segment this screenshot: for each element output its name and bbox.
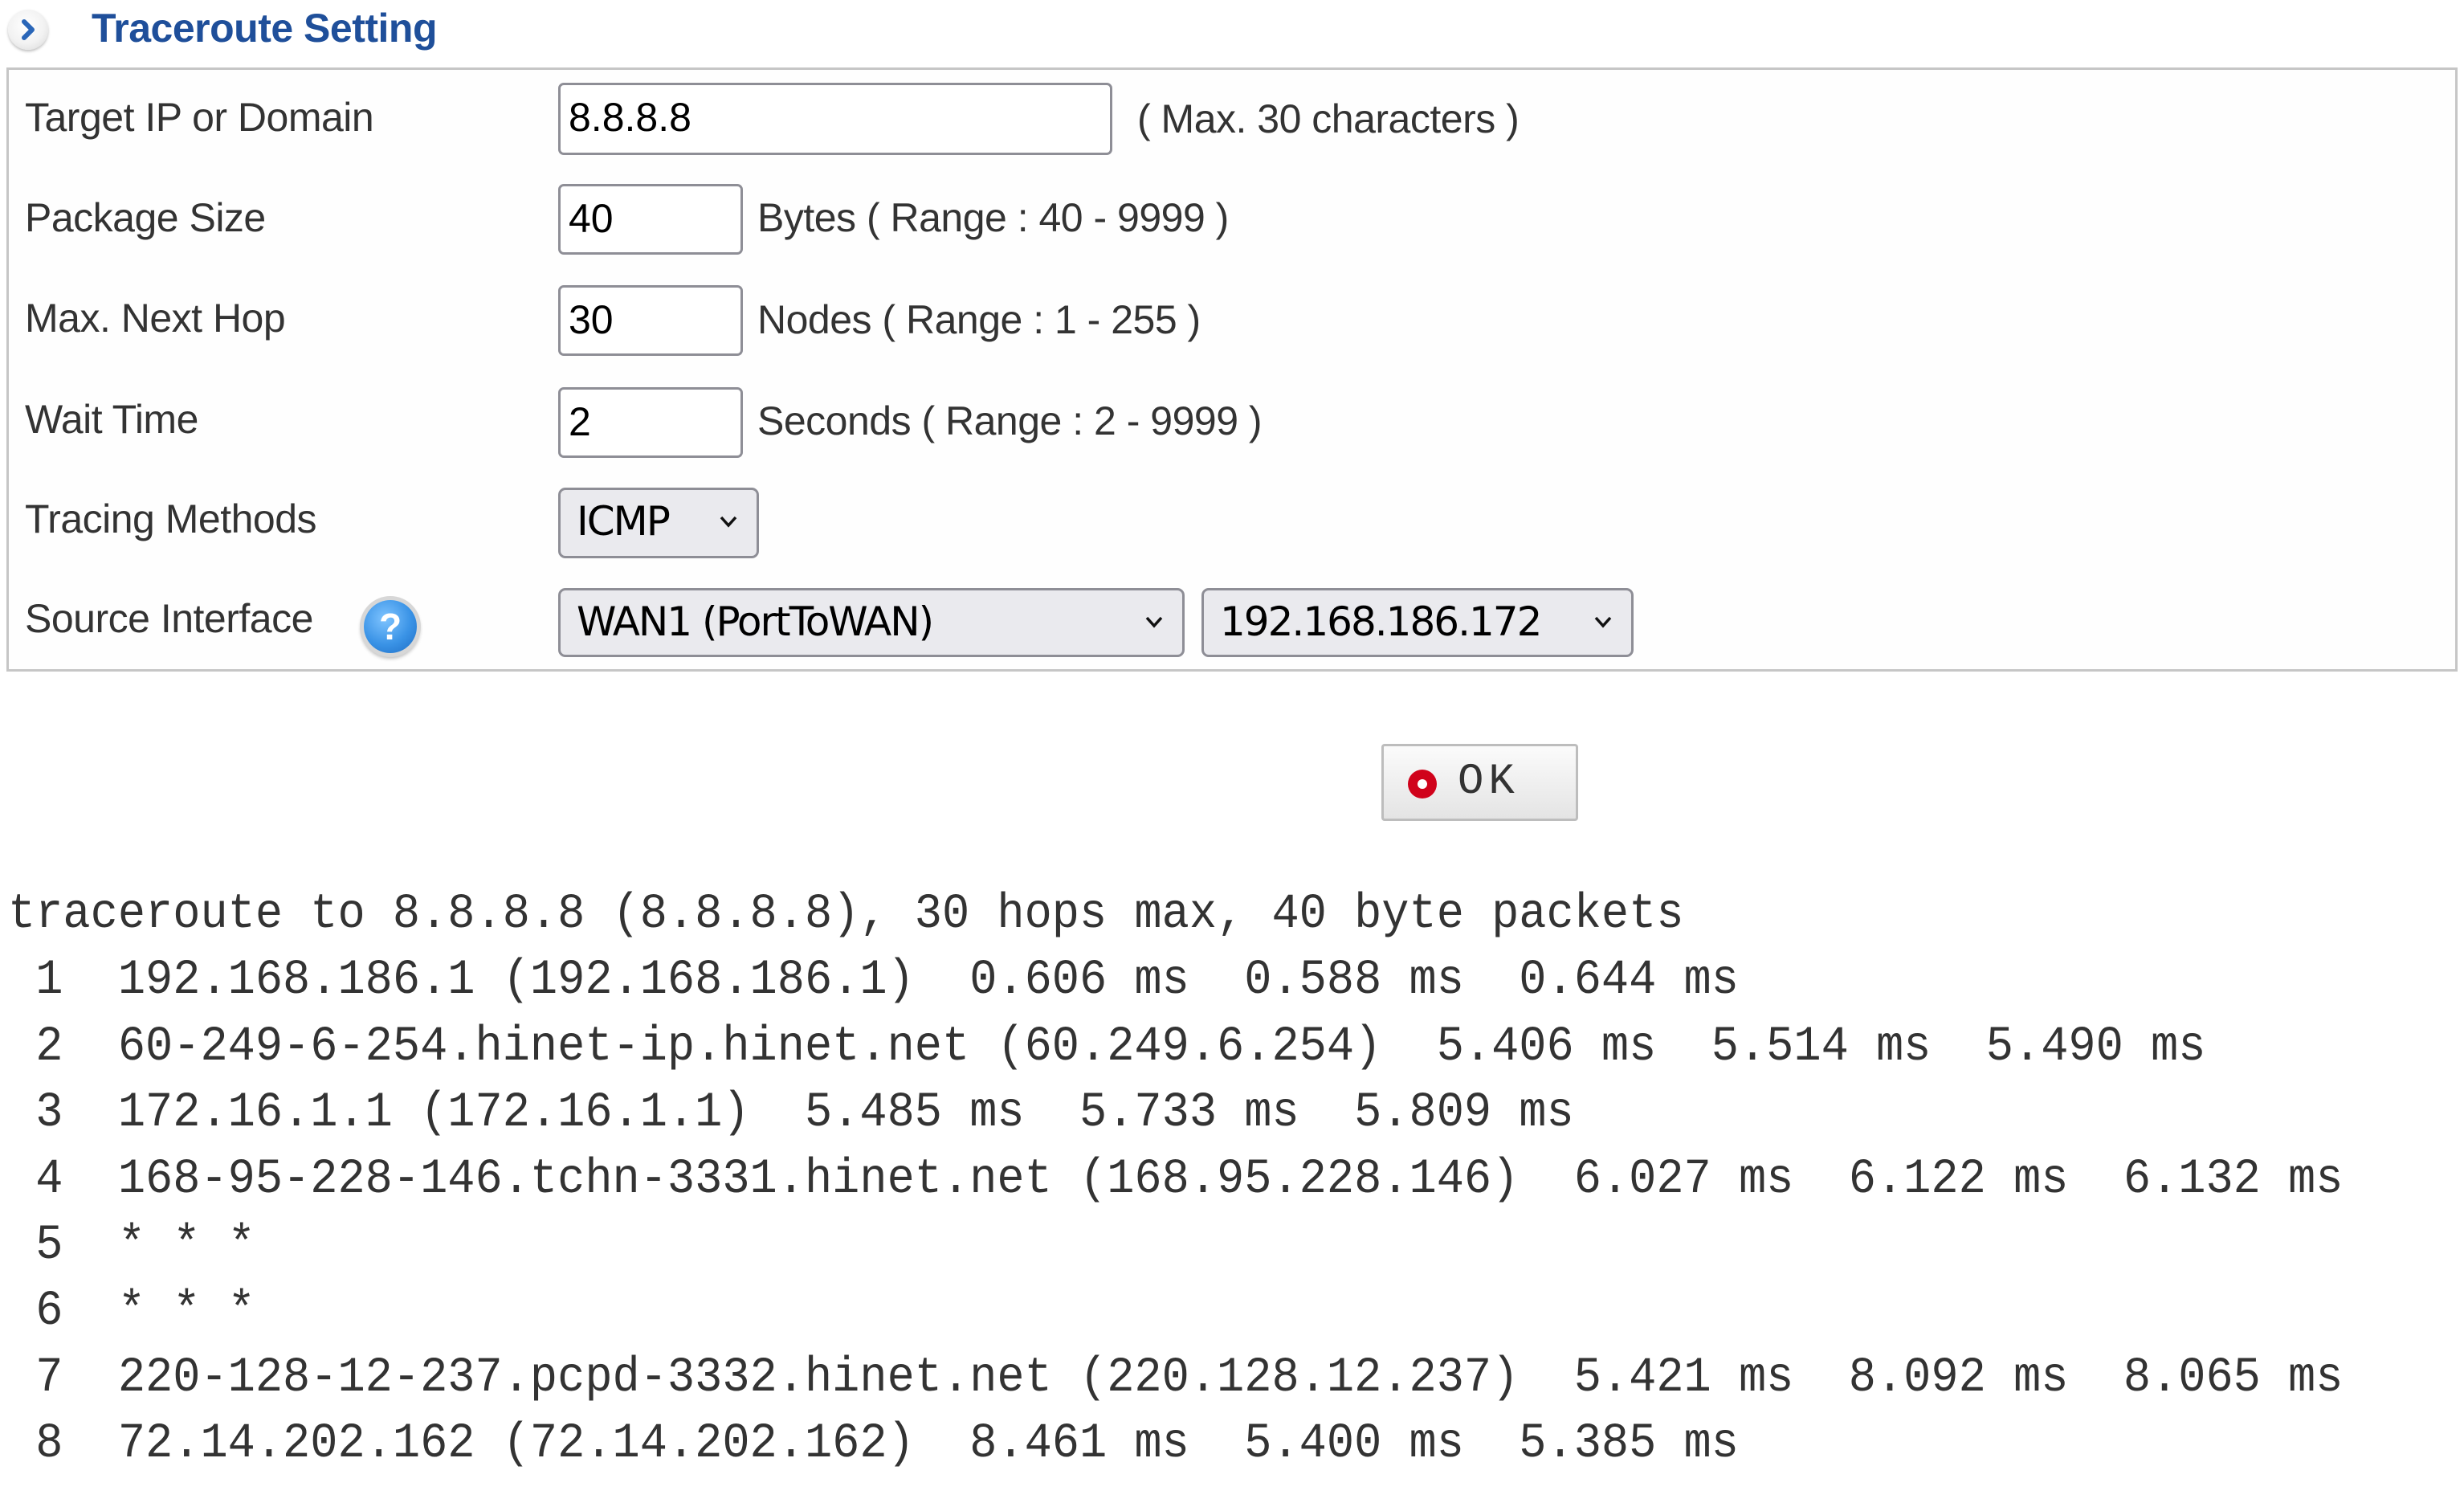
traceroute-settings-panel: Target IP or Domain 8.8.8.8 ( Max. 30 ch…: [6, 67, 2458, 672]
section-title: Traceroute Setting: [92, 6, 438, 51]
package-size-hint: Bytes ( Range : 40 - 9999 ): [757, 195, 1229, 240]
red-dot-icon: [1408, 770, 1437, 798]
wait-time-input[interactable]: 2: [558, 387, 743, 458]
output-line: 3 172.16.1.1 (172.16.1.1) 5.485 ms 5.733…: [8, 1085, 1574, 1142]
chevron-right-circle-icon: [8, 10, 48, 50]
question-help-icon[interactable]: ?: [364, 600, 417, 653]
output-line: 5 * * *: [8, 1218, 255, 1274]
max-next-hop-hint: Nodes ( Range : 1 - 255 ): [757, 297, 1201, 342]
source-ip-value: 192.168.186.172: [1220, 598, 1542, 645]
max-next-hop-input[interactable]: 30: [558, 285, 743, 356]
target-label: Target IP or Domain: [25, 95, 374, 140]
output-line: traceroute to 8.8.8.8 (8.8.8.8), 30 hops…: [8, 887, 1684, 943]
tracing-methods-label: Tracing Methods: [25, 496, 317, 541]
max-next-hop-label: Max. Next Hop: [25, 296, 286, 341]
output-line: 6 * * *: [8, 1284, 255, 1340]
output-line: 4 168-95-228-146.tchn-3331.hinet.net (16…: [8, 1151, 2344, 1208]
tracing-methods-select[interactable]: ICMP: [558, 488, 759, 558]
traceroute-output: traceroute to 8.8.8.8 (8.8.8.8), 30 hops…: [8, 882, 2343, 1478]
source-interface-label: Source Interface: [25, 596, 313, 641]
wait-time-hint: Seconds ( Range : 2 - 9999 ): [757, 398, 1263, 443]
package-size-input[interactable]: 40: [558, 184, 743, 255]
wait-time-label: Wait Time: [25, 397, 198, 442]
target-input[interactable]: 8.8.8.8: [558, 83, 1112, 155]
chevron-down-icon: [1145, 616, 1163, 628]
output-line: 8 72.14.202.162 (72.14.202.162) 8.461 ms…: [8, 1416, 1739, 1472]
ok-button-label: OK: [1458, 758, 1520, 807]
source-interface-value: WAN1 (PortToWAN): [577, 598, 934, 645]
package-size-value: 40: [569, 196, 614, 241]
output-line: 2 60-249-6-254.hinet-ip.hinet.net (60.24…: [8, 1019, 2206, 1076]
tracing-methods-value: ICMP: [577, 498, 671, 545]
source-ip-select[interactable]: 192.168.186.172: [1201, 588, 1634, 657]
source-interface-select[interactable]: WAN1 (PortToWAN): [558, 588, 1185, 657]
target-hint: ( Max. 30 characters ): [1137, 96, 1520, 141]
ok-button[interactable]: OK: [1381, 744, 1578, 821]
output-line: 7 220-128-12-237.pcpd-3332.hinet.net (22…: [8, 1350, 2344, 1407]
package-size-label: Package Size: [25, 195, 266, 240]
chevron-down-icon: [720, 516, 737, 528]
chevron-down-icon: [1594, 616, 1612, 628]
output-line: 1 192.168.186.1 (192.168.186.1) 0.606 ms…: [8, 953, 1739, 1009]
max-next-hop-value: 30: [569, 297, 614, 342]
target-input-value: 8.8.8.8: [569, 95, 691, 140]
wait-time-value: 2: [569, 399, 591, 444]
